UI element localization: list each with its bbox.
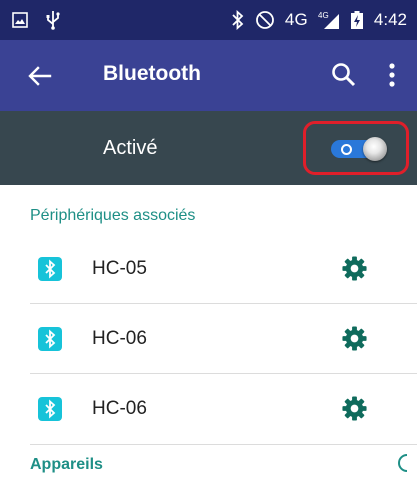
search-icon[interactable]: [329, 60, 359, 90]
usb-icon: [46, 11, 60, 30]
device-name: HC-06: [92, 398, 147, 419]
status-bar: 4G 4G 4:42: [0, 0, 417, 40]
toggle-label: Activé: [103, 137, 158, 159]
status-left-icons: [12, 10, 60, 30]
bluetooth-switch[interactable]: [331, 137, 387, 161]
app-bar: Bluetooth: [0, 40, 417, 111]
network-type-label: 4G: [284, 10, 308, 29]
switch-thumb: [363, 137, 387, 161]
bluetooth-icon: [38, 397, 62, 421]
gear-icon[interactable]: [341, 325, 368, 352]
bluetooth-icon: [38, 327, 62, 351]
status-right-icons: 4G 4G 4:42: [231, 10, 407, 30]
device-row[interactable]: HC-05: [0, 234, 417, 304]
page-title: Bluetooth: [103, 62, 201, 85]
image-icon: [12, 12, 28, 28]
device-row[interactable]: HC-06: [0, 304, 417, 374]
gear-icon[interactable]: [341, 255, 368, 282]
battery-charging-icon: [350, 11, 363, 29]
clock: 4:42: [373, 10, 407, 29]
gear-icon[interactable]: [341, 395, 368, 422]
progress-spinner-icon: [398, 454, 408, 472]
signal-icon: 4G: [318, 11, 339, 29]
signal-4g-superscript: 4G: [318, 11, 329, 20]
bluetooth-icon: [38, 257, 62, 281]
device-row[interactable]: HC-06: [0, 374, 417, 444]
overflow-menu-icon[interactable]: [382, 60, 402, 90]
bluetooth-icon: [232, 10, 244, 30]
device-name: HC-05: [92, 258, 147, 279]
divider: [30, 444, 417, 445]
paired-devices-header: Périphériques associés: [30, 207, 196, 224]
available-devices-header: Appareils: [30, 456, 103, 473]
do-not-disturb-icon: [255, 11, 274, 29]
device-name: HC-06: [92, 328, 147, 349]
back-arrow-icon[interactable]: [26, 62, 54, 90]
switch-on-indicator-icon: [341, 144, 352, 155]
